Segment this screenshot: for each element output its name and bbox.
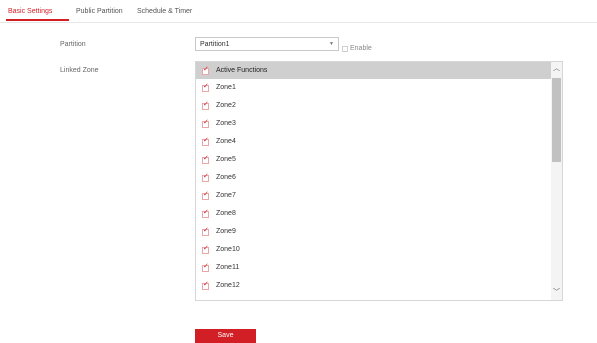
zone-label: Zone6 [216, 174, 236, 181]
linked-zone-list: ✓ Active Functions ✓ Zone1 ✓ Zone2 ✓ Zone3 … [195, 61, 563, 301]
zone-row[interactable]: ✓ Zone11 [196, 259, 552, 277]
check-icon: ✓ [203, 66, 209, 73]
chevron-down-icon[interactable]: ﹀ [551, 286, 562, 300]
zone-label: Zone8 [216, 210, 236, 217]
check-icon: ✓ [203, 119, 209, 126]
zone-checkbox[interactable]: ✓ [202, 281, 209, 290]
zone-checkbox[interactable]: ✓ [202, 173, 209, 182]
zone-row[interactable]: ✓ Zone4 [196, 133, 552, 151]
zone-label: Zone10 [216, 246, 240, 253]
check-icon: ✓ [203, 191, 209, 198]
check-icon: ✓ [203, 173, 209, 180]
check-icon: ✓ [203, 227, 209, 234]
save-button[interactable]: Save [195, 329, 256, 343]
zone-checkbox[interactable]: ✓ [202, 209, 209, 218]
chevron-down-icon: ▼ [329, 41, 334, 47]
active-functions-label: Active Functions [216, 67, 268, 74]
zone-row[interactable]: ✓ Zone6 [196, 169, 552, 187]
zone-checkbox[interactable]: ✓ [202, 83, 209, 92]
zone-checkbox[interactable]: ✓ [202, 263, 209, 272]
zone-checkbox[interactable]: ✓ [202, 227, 209, 236]
enable-checkbox[interactable] [342, 45, 348, 52]
tab-public-partition[interactable]: Public Partition [76, 8, 123, 15]
list-header: ✓ Active Functions [196, 62, 552, 79]
check-icon: ✓ [203, 101, 209, 108]
check-icon: ✓ [203, 155, 209, 162]
select-all-checkbox[interactable]: ✓ [202, 66, 209, 75]
partition-label: Partition [60, 41, 86, 48]
zone-label: Zone12 [216, 282, 240, 289]
check-icon: ✓ [203, 83, 209, 90]
enable-checkbox-group[interactable]: Enable [342, 40, 372, 53]
tab-basic-settings[interactable]: Basic Settings [8, 8, 52, 15]
zone-row[interactable]: ✓ Zone10 [196, 241, 552, 259]
zone-row[interactable]: ✓ Zone7 [196, 187, 552, 205]
zone-checkbox[interactable]: ✓ [202, 101, 209, 110]
active-tab-indicator [6, 19, 69, 21]
zone-label: Zone11 [216, 264, 240, 271]
check-icon: ✓ [203, 137, 209, 144]
zone-label: Zone4 [216, 138, 236, 145]
zone-row[interactable]: ✓ Zone2 [196, 97, 552, 115]
linked-zone-label: Linked Zone [60, 67, 99, 74]
zone-row[interactable]: ✓ Zone9 [196, 223, 552, 241]
zone-label: Zone1 [216, 84, 236, 91]
check-icon: ✓ [203, 209, 209, 216]
zone-label: Zone2 [216, 102, 236, 109]
tab-schedule-timer[interactable]: Schedule & Timer [137, 8, 192, 15]
zone-row[interactable]: ✓ Zone1 [196, 79, 552, 97]
zone-row[interactable]: ✓ Zone8 [196, 205, 552, 223]
zone-checkbox[interactable]: ✓ [202, 137, 209, 146]
zone-label: Zone5 [216, 156, 236, 163]
zone-label: Zone3 [216, 120, 236, 127]
zone-label: Zone9 [216, 228, 236, 235]
check-icon: ✓ [203, 281, 209, 288]
scrollbar-thumb[interactable] [552, 78, 561, 162]
zone-checkbox[interactable]: ✓ [202, 245, 209, 254]
zone-row[interactable]: ✓ Zone5 [196, 151, 552, 169]
list-scrollbar[interactable]: ︿ ﹀ [551, 62, 562, 300]
zone-label: Zone7 [216, 192, 236, 199]
enable-label: Enable [350, 45, 372, 53]
zone-checkbox[interactable]: ✓ [202, 191, 209, 200]
zone-row[interactable]: ✓ Zone3 [196, 115, 552, 133]
check-icon: ✓ [203, 245, 209, 252]
chevron-up-icon[interactable]: ︿ [551, 62, 562, 76]
tab-bar: Basic Settings Public Partition Schedule… [0, 0, 597, 23]
partition-select[interactable]: Partition1 ▼ [195, 37, 339, 51]
zone-checkbox[interactable]: ✓ [202, 119, 209, 128]
check-icon: ✓ [203, 263, 209, 270]
zone-checkbox[interactable]: ✓ [202, 155, 209, 164]
partition-select-value: Partition1 [200, 41, 230, 48]
zone-row[interactable]: ✓ Zone12 [196, 277, 552, 295]
